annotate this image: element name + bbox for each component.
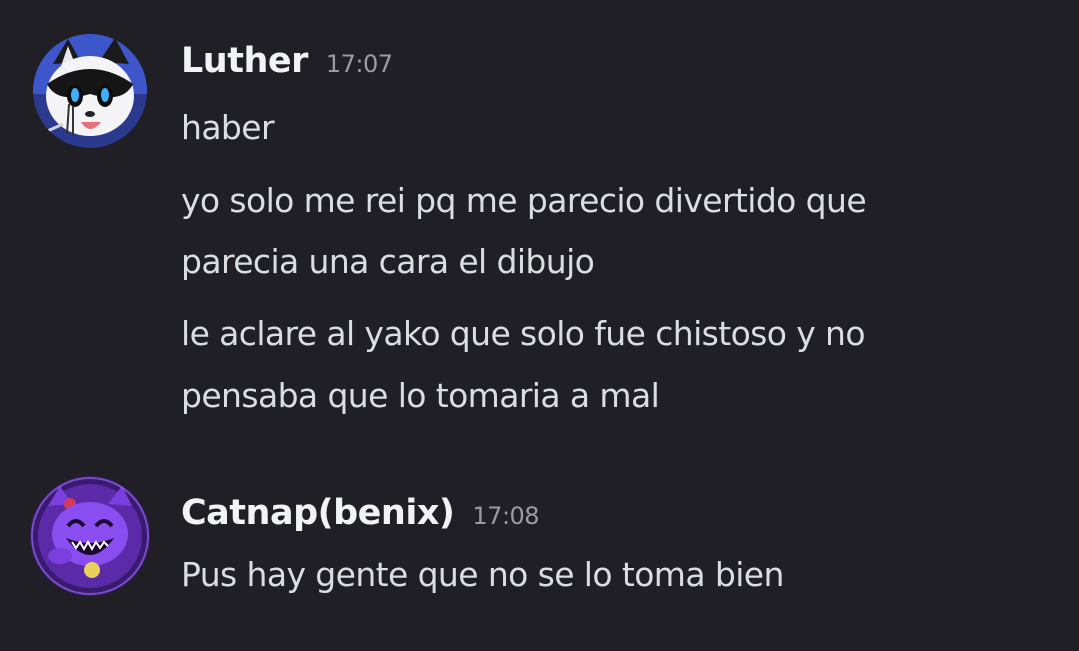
message-text: Pus hay gente que no se lo toma bien [181, 555, 784, 594]
cat-avatar-icon[interactable] [33, 34, 147, 148]
username[interactable]: Catnap(benix) [181, 493, 455, 533]
chat-log: Luther 17:07 haber yo solo me rei pq me p… [0, 0, 1079, 651]
message-header: Catnap(benix) 17:08 [181, 493, 540, 533]
purple-cat-avatar-icon[interactable] [30, 476, 150, 596]
message-text: parecia una cara el dibujo [181, 242, 595, 281]
message-text: le aclare al yako que solo fue chistoso … [181, 314, 866, 353]
message-text: haber [181, 108, 275, 147]
username[interactable]: Luther [181, 41, 308, 81]
timestamp[interactable]: 17:07 [326, 50, 393, 78]
timestamp[interactable]: 17:08 [472, 502, 539, 530]
message-text: pensaba que lo tomaria a mal [181, 376, 660, 415]
message-header: Luther 17:07 [181, 41, 393, 81]
message-text: yo solo me rei pq me parecio divertido q… [181, 181, 867, 220]
